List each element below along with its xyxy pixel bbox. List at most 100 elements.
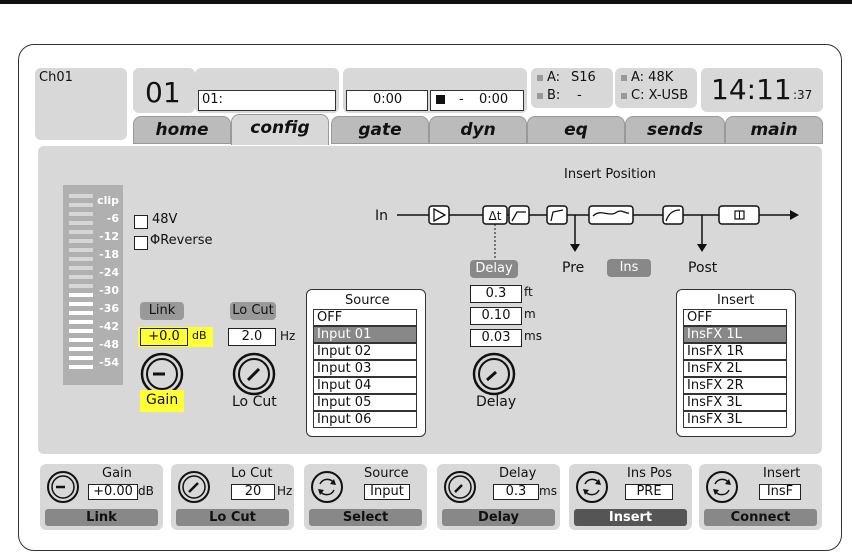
tab-home[interactable]: home (133, 116, 231, 144)
delay-ft-value[interactable]: 0.3 (470, 285, 522, 303)
source-list[interactable]: Source OFF Input 01 Input 02 Input 03 In… (306, 289, 426, 437)
ins-pos-rotate-icon[interactable] (575, 470, 609, 504)
gain-control[interactable]: Gain +0.00 dB Link (40, 464, 163, 530)
ins-pos-control-value[interactable]: PRE (625, 484, 673, 500)
source-control-value[interactable]: Input (364, 484, 410, 500)
meter-label: -36 (99, 302, 119, 315)
insert-item[interactable]: InsFX 2R (683, 377, 787, 394)
source-item[interactable]: Input 06 (313, 411, 417, 428)
elapsed-display: 0:00 (346, 90, 428, 111)
channel-name-box[interactable]: Ch01 (35, 68, 127, 140)
tab-main[interactable]: main (725, 116, 823, 144)
delay-control-button[interactable]: Delay (442, 509, 555, 526)
delay-control-value[interactable]: 0.3 (493, 484, 539, 500)
locut-control[interactable]: Lo Cut 20 Hz Lo Cut (171, 464, 294, 530)
phantom-48v-checkbox[interactable] (134, 215, 148, 229)
insert-control[interactable]: Insert InsF Connect (699, 464, 822, 530)
insert-control-title: Insert (763, 466, 801, 481)
gain-control-title: Gain (102, 466, 132, 481)
delay-control-unit: ms (539, 484, 557, 498)
connect-control-button[interactable]: Connect (704, 509, 817, 526)
insert-item[interactable]: InsFX 3L (683, 411, 787, 428)
insert-position-title: Insert Position (564, 167, 657, 182)
link-control-button[interactable]: Link (45, 509, 158, 526)
meter-label: -42 (99, 320, 119, 333)
ins-pos-control[interactable]: Ins Pos PRE Insert (569, 464, 692, 530)
locut-control-title: Lo Cut (231, 466, 273, 481)
insert-item[interactable]: InsFX 1L (683, 326, 787, 343)
delay-button[interactable]: Delay (470, 260, 518, 278)
delay-ms-value[interactable]: 0.03 (470, 329, 522, 347)
source-status-box: A: S16 B: - (531, 68, 613, 108)
locut-control-button[interactable]: Lo Cut (176, 509, 289, 526)
meter-label: -18 (99, 248, 119, 261)
locut-value[interactable]: 2.0 (228, 328, 276, 346)
gain-control-value[interactable]: +0.00 (88, 484, 138, 500)
delay-control-title: Delay (499, 466, 537, 481)
meter-label: -24 (99, 266, 119, 279)
source-item[interactable]: Input 02 (313, 343, 417, 360)
source-item[interactable]: OFF (313, 309, 417, 326)
source-item[interactable]: Input 03 (313, 360, 417, 377)
src-b-value: - (577, 88, 582, 103)
tab-dyn[interactable]: dyn (429, 116, 527, 144)
gain-control-unit: dB (138, 484, 154, 498)
delay-encoder-knob[interactable] (443, 470, 477, 504)
insert-item[interactable]: OFF (683, 309, 787, 326)
transport-box: 0:00 - 0:00 (343, 68, 527, 113)
clock-box: 14:11 :37 (701, 68, 823, 112)
time-remaining: 0:00 (479, 92, 509, 107)
gain-value[interactable]: +0.0 (140, 328, 188, 346)
source-control[interactable]: Source Input Select (304, 464, 427, 530)
source-title: Source (345, 293, 390, 308)
stop-icon[interactable] (436, 95, 445, 104)
insert-title: Insert (717, 293, 755, 308)
insert-item[interactable]: InsFX 2L (683, 360, 787, 377)
insert-control-value[interactable]: InsF (759, 484, 801, 500)
phase-reverse-checkbox[interactable] (134, 236, 148, 250)
rate-a-indicator (621, 75, 627, 81)
locut-control-value[interactable]: 20 (231, 484, 275, 500)
insert-item[interactable]: InsFX 1R (683, 343, 787, 360)
source-item[interactable]: Input 04 (313, 377, 417, 394)
scene-label: 01: (202, 92, 223, 107)
rate-c: C: X-USB (631, 88, 689, 103)
insert-control-button[interactable]: Insert (574, 509, 687, 526)
source-item[interactable]: Input 01 (313, 326, 417, 343)
meter-segments (69, 194, 93, 369)
signal-in-label: In (375, 208, 389, 224)
source-item[interactable]: Input 05 (313, 394, 417, 411)
src-b-indicator (537, 93, 543, 99)
locut-knob[interactable] (232, 352, 276, 396)
delay-knob[interactable] (472, 352, 516, 396)
top-border (0, 0, 852, 4)
meter-label: clip (97, 194, 119, 207)
ins-position-button[interactable]: Ins (607, 259, 651, 277)
tab-eq[interactable]: eq (527, 116, 625, 144)
tab-gate[interactable]: gate (331, 116, 429, 144)
locut-encoder-knob[interactable] (177, 470, 211, 504)
channel-number-box: 01 (133, 68, 195, 113)
insert-position-diagram: Δt (397, 205, 799, 258)
delay-ms-unit: ms (524, 329, 542, 343)
rate-status-box: A: 48K C: X-USB (615, 68, 697, 108)
source-control-title: Source (364, 466, 409, 481)
post-label: Post (688, 260, 718, 276)
insert-rotate-icon[interactable] (705, 470, 739, 504)
src-a-label: A: (547, 70, 561, 85)
insert-item[interactable]: InsFX 3L (683, 394, 787, 411)
src-a-value: S16 (571, 70, 596, 85)
select-control-button[interactable]: Select (309, 509, 422, 526)
tab-config[interactable]: config (231, 114, 329, 145)
insert-list[interactable]: Insert OFF InsFX 1L InsFX 1R InsFX 2L In… (676, 289, 796, 437)
meter-label: -48 (99, 338, 119, 351)
source-rotate-icon[interactable] (310, 470, 344, 504)
gain-encoder-knob[interactable] (46, 470, 80, 504)
tab-sends[interactable]: sends (625, 116, 725, 144)
scene-box[interactable]: 01: (195, 68, 339, 113)
locut-button[interactable]: Lo Cut (230, 302, 276, 320)
delay-m-value[interactable]: 0.10 (470, 307, 522, 325)
delay-control[interactable]: Delay 0.3 ms Delay (437, 464, 560, 530)
link-button[interactable]: Link (140, 302, 184, 320)
channel-number: 01 (145, 76, 181, 109)
